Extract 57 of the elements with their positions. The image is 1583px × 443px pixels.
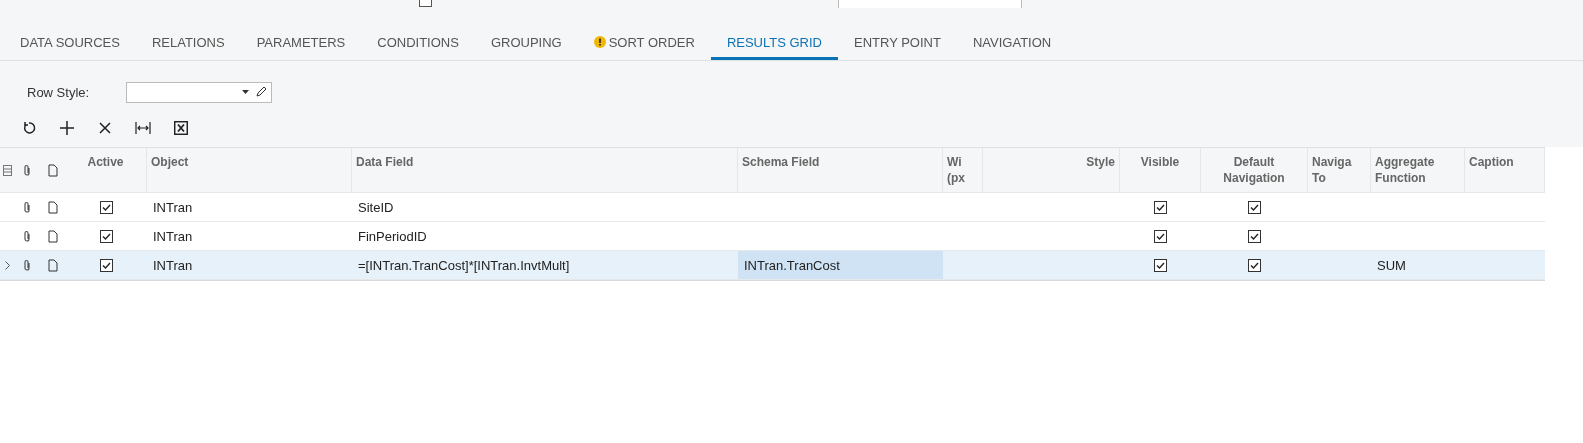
column-header[interactable]: Schema Field <box>738 148 943 192</box>
checkbox[interactable] <box>99 258 113 272</box>
paperclip-icon <box>22 163 32 177</box>
column-header[interactable]: Data Field <box>352 148 738 192</box>
tab[interactable]: DATA SOURCES <box>4 27 136 60</box>
column-header[interactable]: Aggregate Function <box>1371 148 1465 192</box>
column-header[interactable]: Object <box>147 148 352 192</box>
checkbox[interactable] <box>1154 200 1167 214</box>
checkbox[interactable] <box>1154 258 1167 272</box>
note-icon <box>47 163 58 177</box>
refresh-icon <box>22 121 36 135</box>
tab[interactable]: ENTRY POINT <box>838 27 957 60</box>
select-field[interactable] <box>126 81 273 103</box>
field-label: Row Style: <box>27 84 90 100</box>
column-header[interactable]: Style <box>983 148 1120 192</box>
close-icon <box>99 122 111 134</box>
checkbox[interactable] <box>1248 258 1261 272</box>
table-row[interactable]: INTran =[INTran.TranCost]*[INTran.InvtMult] INTran.TranCost SUM <box>0 251 1545 280</box>
tab[interactable]: GROUPING <box>474 27 578 60</box>
table-cell-text: SUM <box>1376 256 1407 275</box>
paperclip-icon <box>22 258 32 272</box>
column-header[interactable]: Wi (px <box>943 148 983 192</box>
tab[interactable]: RESULTS GRID <box>710 27 838 60</box>
table-cell-text: FinPeriodID <box>357 227 428 246</box>
pencil-icon <box>255 86 268 98</box>
table-cell-text: INTran <box>152 198 194 217</box>
caret-icon <box>242 90 250 94</box>
tab[interactable]: SORT ORDER <box>577 27 711 60</box>
column-header[interactable]: Visible <box>1120 148 1201 192</box>
chevron-right-icon <box>4 260 10 270</box>
fit-width-icon <box>135 122 151 134</box>
checkbox[interactable] <box>1248 229 1261 243</box>
table-cell: INTran.TranCost <box>738 251 943 279</box>
note-icon <box>47 258 58 272</box>
checkbox[interactable] <box>99 229 113 243</box>
paperclip-icon <box>22 200 32 214</box>
column-header[interactable]: Naviga To <box>1308 148 1371 192</box>
tab[interactable]: NAVIGATION <box>956 27 1068 60</box>
checkbox[interactable] <box>1248 200 1261 214</box>
note-icon <box>47 200 58 214</box>
tab[interactable]: RELATIONS <box>135 27 241 60</box>
table-cell-text: INTran <box>152 256 194 275</box>
spreadsheet-icon <box>174 121 188 135</box>
checkbox[interactable] <box>99 200 113 214</box>
tab[interactable]: CONDITIONS <box>361 27 475 60</box>
table-cell-text: SiteID <box>357 198 395 217</box>
checkbox[interactable] <box>1154 229 1167 243</box>
note-icon <box>47 229 58 243</box>
table-cell-text: =[INTran.TranCost]*[INTran.InvtMult] <box>357 256 571 275</box>
column-header[interactable]: Default Navigation <box>1201 148 1308 192</box>
grid-settings-icon[interactable] <box>2 164 12 176</box>
column-header[interactable]: Caption <box>1465 148 1545 192</box>
paperclip-icon <box>22 229 32 243</box>
tab[interactable]: PARAMETERS <box>240 27 362 60</box>
add-icon <box>60 121 74 135</box>
table-cell-text: INTran <box>152 227 194 246</box>
column-header[interactable]: Active <box>65 148 147 192</box>
